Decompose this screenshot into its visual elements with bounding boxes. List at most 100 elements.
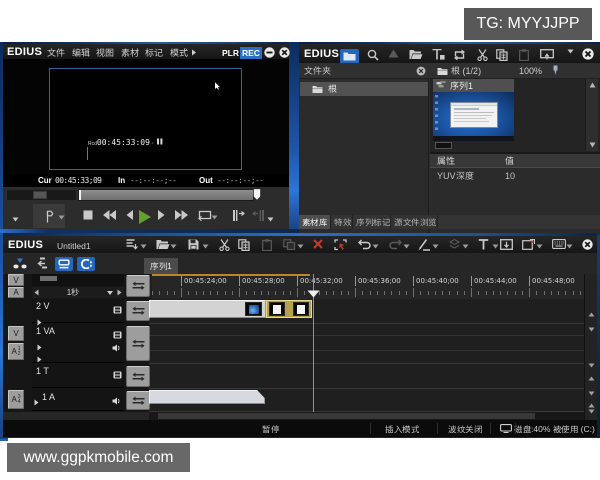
player-menu-5[interactable] [170, 48, 188, 58]
playhead-marker[interactable] [307, 285, 320, 303]
zoom-in-arrow-icon[interactable] [117, 289, 122, 296]
new-folder-icon[interactable] [340, 49, 359, 64]
export-icon[interactable] [500, 239, 513, 250]
shuttle-slider[interactable] [7, 190, 76, 200]
player-menu-2[interactable] [96, 48, 114, 58]
paste-icon[interactable] [262, 239, 272, 251]
timecode-mode-icon[interactable] [77, 257, 95, 271]
title-icon[interactable] [478, 239, 489, 250]
channel-button-face[interactable]: A12 [8, 343, 24, 360]
capture-icon[interactable] [522, 239, 535, 250]
clip-card-sequence1[interactable]: 1 [433, 79, 514, 141]
new-sequence-icon[interactable] [126, 239, 139, 250]
track-adjust-down-icon[interactable] [588, 319, 595, 337]
bin-close-button[interactable] [582, 48, 594, 60]
play-icon[interactable] [138, 210, 151, 224]
channel-button-face[interactable]: V [8, 326, 24, 341]
channel-button-face[interactable]: A34 [8, 390, 24, 409]
track-swap-button-3[interactable] [126, 366, 150, 387]
scroll-down-icon[interactable] [589, 142, 596, 148]
send-to-screen-icon[interactable] [540, 49, 554, 60]
timeline-hscroll[interactable] [149, 412, 584, 420]
mode-layers-icon[interactable] [448, 239, 461, 250]
marker-flag-icon[interactable] [45, 210, 54, 223]
cut-icon[interactable] [477, 49, 488, 61]
set-out-icon[interactable] [252, 210, 265, 221]
caret-down-icon[interactable] [211, 215, 218, 220]
track-swap-button-4[interactable] [126, 391, 150, 410]
paste-icon[interactable] [519, 49, 529, 61]
caret-down-icon[interactable] [372, 244, 379, 249]
caret-down-icon[interactable] [297, 244, 304, 249]
caret-down-icon[interactable] [536, 244, 543, 249]
player-menu-0[interactable] [47, 48, 65, 58]
sequence-tab[interactable]: 1 [144, 258, 178, 274]
keyboard-icon[interactable] [552, 239, 566, 249]
player-minimize-button[interactable] [264, 47, 275, 58]
delete-icon[interactable] [313, 239, 323, 249]
plr-button[interactable]: PLR [222, 48, 239, 58]
move-up-icon[interactable] [388, 49, 399, 58]
video-clip-2-selected[interactable] [266, 300, 312, 318]
scroll-up-icon[interactable] [589, 82, 596, 88]
caret-down-icon[interactable] [566, 244, 573, 249]
track-swap-button-1[interactable] [126, 301, 150, 321]
zoom-dropdown-icon[interactable] [107, 291, 113, 295]
track-speaker-icon-3[interactable] [112, 392, 121, 410]
caret-down-icon[interactable] [432, 244, 439, 249]
bin-tab-1[interactable] [333, 215, 353, 229]
caret-down-icon[interactable] [58, 215, 65, 220]
cut-icon[interactable] [219, 239, 230, 251]
audio-select-label[interactable]: A [8, 287, 24, 298]
fast-forward-icon[interactable] [175, 210, 188, 220]
caret-down-icon[interactable] [202, 244, 209, 249]
step-back-icon[interactable] [126, 210, 133, 220]
video-select-label[interactable]: V [8, 274, 24, 286]
undo-icon[interactable] [358, 239, 371, 250]
open-project-icon[interactable] [156, 239, 170, 250]
va-video-channel-button[interactable]: V [8, 326, 24, 341]
caret-down-icon[interactable] [267, 217, 274, 222]
timeline-close-button[interactable] [582, 239, 593, 250]
add-cut-point-icon[interactable] [418, 239, 430, 251]
caret-down-icon[interactable] [567, 49, 574, 54]
set-in-icon[interactable] [232, 210, 245, 221]
open-folder-icon[interactable] [409, 49, 423, 60]
position-bar[interactable] [78, 189, 254, 201]
pin-icon[interactable] [551, 65, 560, 76]
ripple-mode-icon[interactable] [35, 257, 48, 269]
rewind-icon[interactable] [103, 210, 116, 220]
a-audio-channel-button[interactable]: A34 [8, 390, 24, 409]
folder-tree-item-root[interactable] [300, 82, 428, 96]
add-title-icon[interactable] [432, 49, 445, 60]
bin-tab-2[interactable] [356, 215, 391, 229]
track-swap-button-0[interactable] [126, 275, 150, 297]
rec-button[interactable]: REC [240, 47, 262, 59]
copy-icon[interactable] [238, 239, 250, 251]
save-icon[interactable] [188, 239, 199, 250]
hscroll-thumb[interactable] [158, 413, 535, 419]
step-forward-icon[interactable] [158, 210, 165, 220]
va-audio-channel-button[interactable]: A12 [8, 343, 24, 360]
clip-pane-scrollbar[interactable] [585, 79, 598, 151]
set-inout-icon[interactable] [334, 239, 347, 251]
menu-more-arrow-icon[interactable] [191, 49, 197, 56]
search-icon[interactable] [367, 49, 379, 61]
caret-down-icon[interactable] [12, 217, 19, 222]
video-clip-1[interactable] [149, 300, 266, 318]
audio-clip-1[interactable] [149, 390, 265, 404]
caret-down-icon[interactable] [140, 244, 147, 249]
loop-icon[interactable] [198, 210, 212, 221]
player-menu-1[interactable] [72, 48, 90, 58]
zoom-range-thumb[interactable] [40, 276, 57, 281]
sync-mode-icon[interactable] [13, 257, 27, 269]
property-row-yuv[interactable]: YUV 10 [430, 170, 600, 183]
folder-pane-close-icon[interactable] [416, 66, 426, 76]
track-select-video-button[interactable]: V [8, 274, 24, 286]
track-expand-3[interactable] [34, 393, 39, 411]
track-film-icon-2[interactable] [113, 366, 122, 384]
refresh-icon[interactable] [453, 49, 466, 61]
redo-icon[interactable] [389, 239, 402, 250]
caret-down-icon[interactable] [170, 244, 177, 249]
player-close-button[interactable] [279, 47, 290, 58]
